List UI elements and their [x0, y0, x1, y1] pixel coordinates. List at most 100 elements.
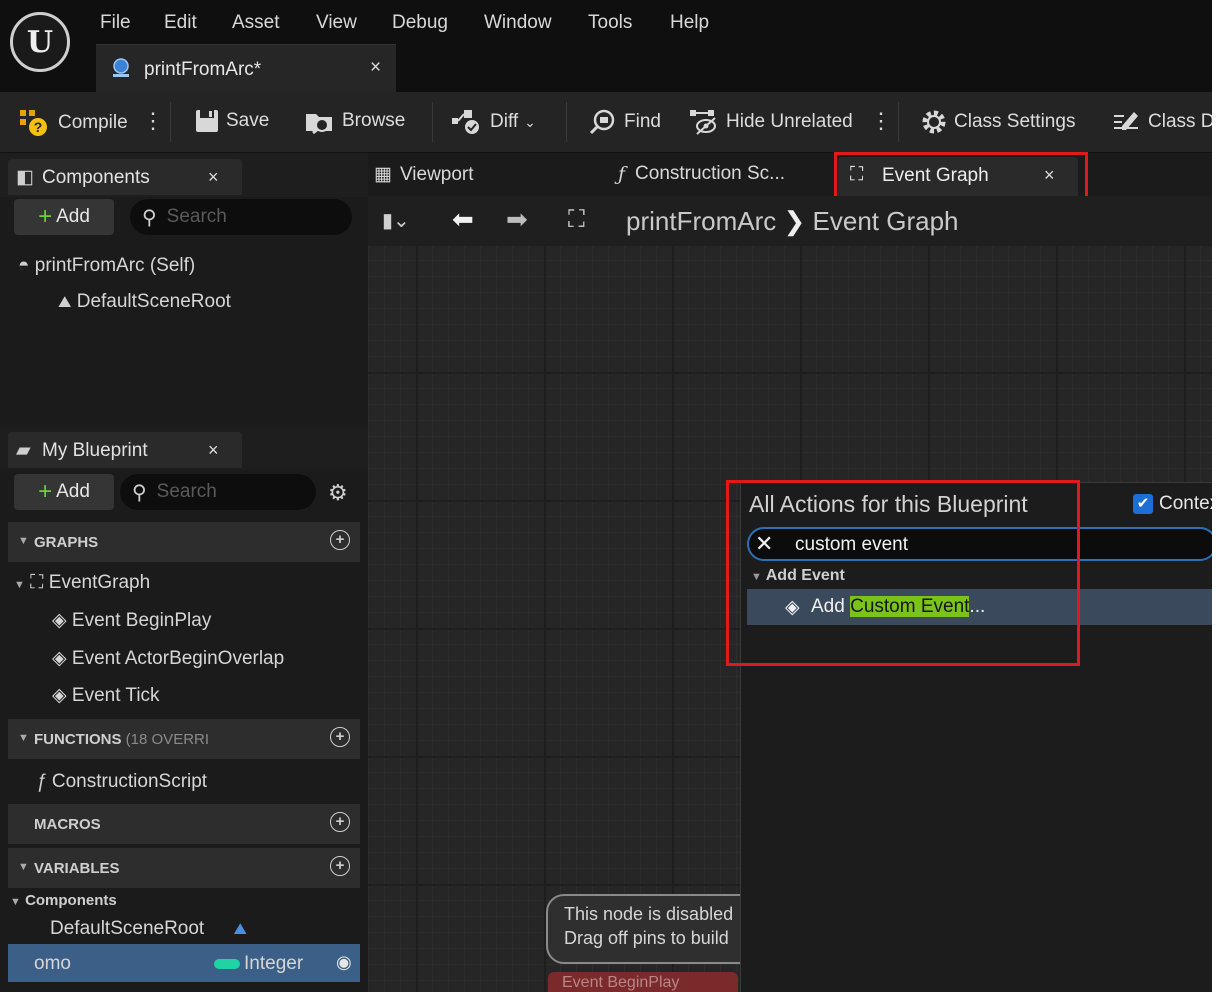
event-graph-row[interactable]: ▼ ⛶ EventGraph	[14, 572, 150, 594]
context-label: Contex	[1159, 493, 1212, 514]
event-beginplay-node[interactable]: Event BeginPlay	[548, 972, 738, 992]
construction-script-row[interactable]: ƒ ConstructionScript	[36, 771, 207, 793]
node-title: Event BeginPlay	[562, 974, 680, 991]
variable-name-label: omo	[34, 953, 71, 974]
function-icon: ƒ	[618, 163, 626, 185]
component-default-scene-root-row[interactable]: ⛰ DefaultSceneRoot	[58, 291, 231, 313]
class-defaults-button[interactable]: Class D	[1112, 108, 1212, 136]
variable-omo-row[interactable]: omo Integer ◉	[8, 944, 360, 982]
graphs-category[interactable]: ▼ GRAPHS +	[8, 522, 360, 562]
close-icon[interactable]: ×	[208, 167, 219, 188]
compile-options-icon[interactable]: ⋮	[142, 108, 164, 134]
my-blueprint-panel-header: ▰ My Blueprint ×	[0, 426, 368, 470]
add-component-button[interactable]: + Add	[14, 199, 114, 235]
variable-default-scene-root-row[interactable]: DefaultSceneRoot ⛰	[50, 918, 247, 940]
browse-button[interactable]: Browse	[304, 108, 405, 134]
search-icon: ⚲	[142, 206, 157, 229]
class-settings-label: Class Settings	[954, 111, 1076, 132]
close-icon[interactable]: ×	[370, 57, 381, 79]
breadcrumb-graph[interactable]: Event Graph	[813, 206, 959, 236]
comment-line-1: This node is disabled	[564, 904, 734, 924]
components-tab-label: Components	[42, 167, 150, 188]
document-tab[interactable]: printFromArc* ×	[96, 44, 396, 93]
functions-header: FUNCTIONS	[34, 731, 122, 748]
hide-unrelated-label: Hide Unrelated	[726, 111, 853, 132]
svg-text:?: ?	[34, 119, 43, 135]
add-member-button[interactable]: + Add	[14, 474, 114, 510]
variable-type-label[interactable]: Integer	[244, 953, 303, 975]
event-beginplay-row[interactable]: ◈ Event BeginPlay	[52, 609, 211, 632]
hide-unrelated-options-icon[interactable]: ⋮	[870, 108, 892, 134]
breadcrumb-blueprint[interactable]: printFromArc	[626, 206, 776, 236]
find-label: Find	[624, 111, 661, 132]
bookmark-icon[interactable]: ▮⌄	[382, 208, 410, 233]
context-sensitive-checkbox[interactable]: ✔ Contex	[1133, 493, 1212, 515]
menu-window[interactable]: Window	[484, 12, 552, 34]
add-variable-icon[interactable]: +	[330, 856, 350, 876]
browse-folder-icon	[306, 114, 332, 134]
add-label: Add	[56, 481, 90, 502]
event-actorbeginoverlap-row[interactable]: ◈ Event ActorBeginOverlap	[52, 647, 284, 670]
menu-view[interactable]: View	[316, 12, 357, 34]
variables-category[interactable]: ▼ VARIABLES +	[8, 848, 360, 888]
macros-category[interactable]: MACROS +	[8, 804, 360, 844]
collapse-arrow-icon: ▼	[18, 861, 29, 873]
variables-header: VARIABLES	[34, 860, 120, 877]
save-label: Save	[226, 110, 270, 131]
default-scene-root-label: DefaultSceneRoot	[76, 291, 231, 312]
event-tick-row[interactable]: ◈ Event Tick	[52, 684, 160, 707]
diff-button[interactable]: Diff ⌄	[450, 108, 536, 136]
menu-debug[interactable]: Debug	[392, 12, 448, 34]
variable-name-label: DefaultSceneRoot	[50, 918, 205, 939]
back-arrow-icon[interactable]: ⬅	[452, 204, 474, 235]
menu-file[interactable]: File	[100, 12, 131, 34]
hide-unrelated-icon	[690, 110, 716, 135]
add-macro-icon[interactable]: +	[330, 812, 350, 832]
my-blueprint-search-input[interactable]: ⚲ Search	[120, 474, 316, 510]
components-search-input[interactable]: ⚲ Search	[130, 199, 352, 235]
event-label: Event Tick	[71, 685, 160, 706]
function-icon: ƒ	[36, 771, 47, 792]
menu-edit[interactable]: Edit	[164, 12, 197, 34]
component-self-row[interactable]: ◓ printFromArc (Self)	[18, 255, 195, 277]
menu-asset[interactable]: Asset	[232, 12, 280, 34]
breadcrumb: printFromArc ❯ Event Graph	[626, 206, 959, 237]
collapse-arrow-icon: ▼	[18, 535, 29, 547]
forward-arrow-icon[interactable]: ➡	[506, 204, 528, 235]
annotation-highlight-menu	[726, 480, 1080, 666]
breadcrumb-separator-icon: ❯	[783, 206, 806, 236]
compile-button[interactable]: ? Compile	[18, 108, 128, 138]
graph-icon: ⛶	[568, 206, 585, 233]
class-settings-button[interactable]: Class Settings	[920, 108, 1075, 136]
menu-tools[interactable]: Tools	[588, 12, 632, 34]
add-label: Add	[56, 206, 90, 227]
tab-viewport[interactable]: ▦ Viewport	[374, 163, 474, 186]
hide-unrelated-button[interactable]: Hide Unrelated	[688, 108, 853, 136]
menu-help[interactable]: Help	[670, 12, 709, 34]
actor-icon: ◓	[18, 255, 30, 276]
graph-breadcrumb-bar: ▮⌄ ⬅ ➡ ⛶ printFromArc ❯ Event Graph	[368, 196, 1212, 244]
tab-viewport-label: Viewport	[399, 163, 474, 185]
add-graph-icon[interactable]: +	[330, 530, 350, 550]
functions-category[interactable]: ▼ FUNCTIONS (18 OVERRI +	[8, 719, 360, 759]
comment-bubble: This node is disabled Drag off pins to b…	[546, 894, 770, 964]
settings-gear-icon[interactable]: ⚙	[328, 480, 348, 506]
save-button[interactable]: Save	[194, 108, 269, 134]
eye-visibility-icon[interactable]: ◉	[336, 952, 352, 973]
save-icon	[196, 110, 218, 132]
scene-component-icon: ⛰	[58, 294, 72, 311]
annotation-highlight-tab	[834, 152, 1088, 200]
my-blueprint-tab[interactable]: ▰ My Blueprint ×	[8, 432, 242, 468]
construction-script-label: ConstructionScript	[51, 771, 208, 792]
find-button[interactable]: Find	[588, 108, 661, 136]
event-label: Event ActorBeginOverlap	[71, 648, 285, 669]
browse-label: Browse	[342, 110, 406, 131]
add-function-icon[interactable]: +	[330, 727, 350, 747]
unreal-logo-icon[interactable]: U	[10, 12, 70, 72]
components-subcategory[interactable]: ▼ Components	[10, 892, 117, 909]
close-icon[interactable]: ×	[208, 440, 219, 461]
tab-construction-script[interactable]: ƒ Construction Sc...	[618, 163, 785, 185]
integer-type-pill-icon	[214, 959, 240, 969]
components-tab[interactable]: ◧ Components ×	[8, 159, 242, 195]
find-icon	[589, 109, 615, 135]
